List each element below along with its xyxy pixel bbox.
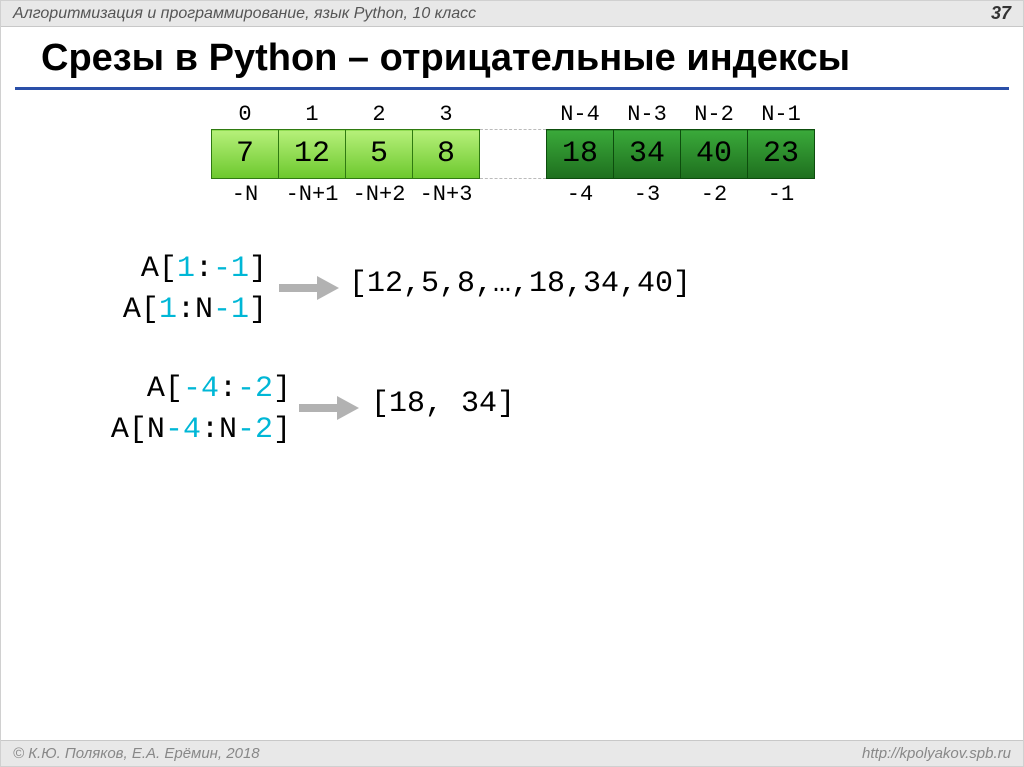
array-cell: 7 — [212, 130, 279, 179]
footer-authors: © К.Ю. Поляков, Е.А. Ерёмин, 2018 — [13, 745, 260, 762]
array-cell: 23 — [748, 130, 815, 179]
array-cells: 7 12 5 8 18 34 40 23 — [212, 130, 815, 179]
array-cell: 5 — [346, 130, 413, 179]
idx-gap — [480, 99, 547, 130]
idx-bot: -3 — [614, 179, 681, 210]
idx-top: 3 — [413, 99, 480, 130]
code-line: A[-4:-2] — [71, 369, 291, 410]
slice-example-2-code: A[-4:-2] A[N-4:N-2] — [71, 369, 291, 450]
idx-bot: -N+3 — [413, 179, 480, 210]
array-cell: 34 — [614, 130, 681, 179]
array-diagram: 0 1 2 3 N-4 N-3 N-2 N-1 7 12 5 8 18 34 4… — [1, 99, 1024, 209]
idx-bot: -N — [212, 179, 279, 210]
idx-top: 0 — [212, 99, 279, 130]
array-bottom-indices: -N -N+1 -N+2 -N+3 -4 -3 -2 -1 — [212, 179, 815, 210]
slice-example-1-code: A[1:-1] A[1:N-1] — [87, 249, 267, 330]
header-text: Алгоритмизация и программирование, язык … — [13, 5, 476, 23]
array-cell: 12 — [279, 130, 346, 179]
array-top-indices: 0 1 2 3 N-4 N-3 N-2 N-1 — [212, 99, 815, 130]
footer-bar: © К.Ю. Поляков, Е.А. Ерёмин, 2018 http:/… — [1, 740, 1023, 766]
idx-bot: -N+1 — [279, 179, 346, 210]
slice-example-2-result: [18, 34] — [371, 387, 515, 421]
arrow-icon — [299, 396, 359, 420]
idx-top: N-2 — [681, 99, 748, 130]
code-line: A[N-4:N-2] — [71, 410, 291, 451]
header-bar: Алгоритмизация и программирование, язык … — [1, 1, 1023, 27]
idx-top: N-1 — [748, 99, 815, 130]
array-gap — [480, 130, 547, 179]
idx-top: N-4 — [547, 99, 614, 130]
idx-bot: -4 — [547, 179, 614, 210]
array-cell: 40 — [681, 130, 748, 179]
title-underline — [15, 87, 1009, 90]
idx-bot: -1 — [748, 179, 815, 210]
page-number: 37 — [991, 3, 1011, 24]
idx-top: 1 — [279, 99, 346, 130]
code-line: A[1:N-1] — [87, 290, 267, 331]
slide-title: Срезы в Python – отрицательные индексы — [41, 37, 850, 80]
array-cell: 18 — [547, 130, 614, 179]
idx-top: N-3 — [614, 99, 681, 130]
idx-bot: -2 — [681, 179, 748, 210]
idx-gap — [480, 179, 547, 210]
idx-top: 2 — [346, 99, 413, 130]
footer-url: http://kpolyakov.spb.ru — [862, 745, 1011, 762]
slide: Алгоритмизация и программирование, язык … — [0, 0, 1024, 767]
code-line: A[1:-1] — [87, 249, 267, 290]
arrow-icon — [279, 276, 339, 300]
idx-bot: -N+2 — [346, 179, 413, 210]
array-cell: 8 — [413, 130, 480, 179]
slice-example-1-result: [12,5,8,…,18,34,40] — [349, 267, 691, 301]
